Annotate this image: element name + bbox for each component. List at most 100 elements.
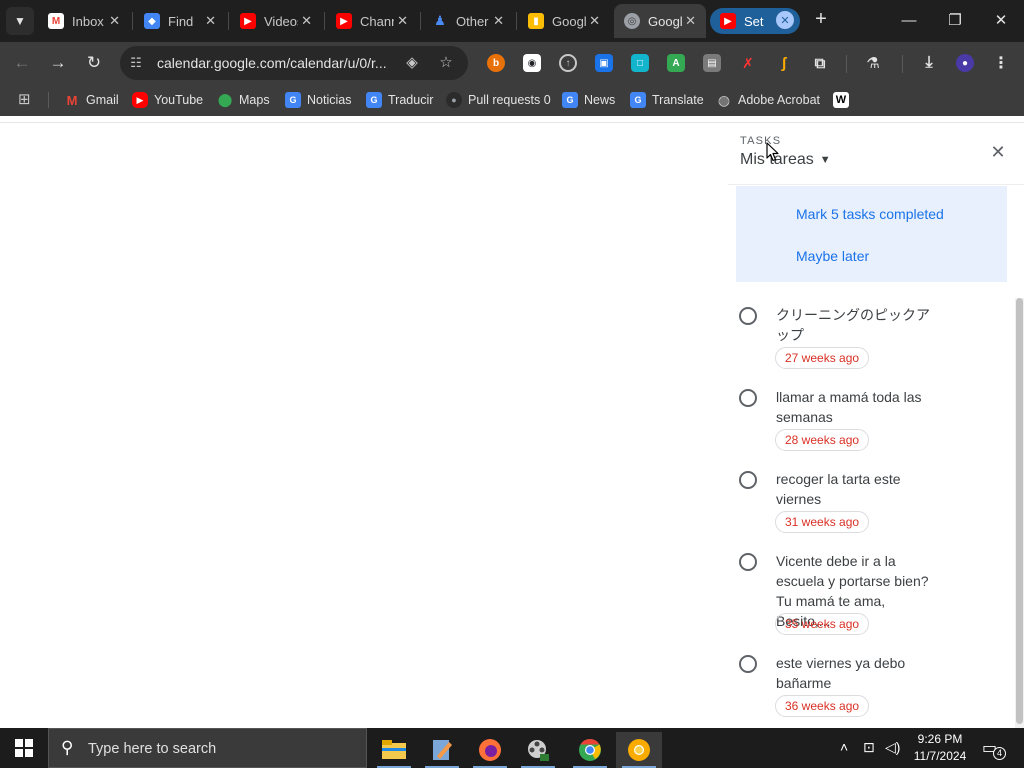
google-lens-icon: ◆ bbox=[144, 13, 160, 29]
task-list-selector[interactable]: Mis tareas ▼ bbox=[740, 151, 831, 169]
tab-other[interactable]: ♟ Other ✕ bbox=[422, 4, 514, 38]
new-tab-button[interactable]: + bbox=[810, 9, 832, 31]
due-date-chip[interactable]: 28 weeks ago bbox=[775, 429, 870, 451]
tab-google-calendar-active[interactable]: ◎ Google ✕ bbox=[614, 4, 706, 38]
tab-channel[interactable]: ▶ Channel ✕ bbox=[326, 4, 418, 38]
bookmark-youtube[interactable]: ▶ YouTube bbox=[132, 91, 203, 109]
extension-mask-icon[interactable]: ◉ bbox=[523, 54, 541, 72]
close-tab-icon[interactable]: ✕ bbox=[109, 13, 120, 29]
maybe-later-button[interactable]: Maybe later bbox=[796, 248, 869, 264]
taskbar-file-explorer[interactable] bbox=[371, 732, 417, 768]
task-title[interactable]: este viernes ya debo bañarme bbox=[776, 653, 941, 693]
back-button[interactable]: ← bbox=[10, 51, 34, 75]
network-icon[interactable]: ⊡ bbox=[863, 739, 875, 756]
minimize-button[interactable]: — bbox=[886, 8, 932, 34]
globe-icon: ◎ bbox=[624, 13, 640, 29]
due-date-chip[interactable]: 31 weeks ago bbox=[775, 511, 870, 533]
chrome-icon bbox=[579, 739, 601, 761]
complete-task-checkbox[interactable] bbox=[739, 553, 757, 571]
close-icon: ✕ bbox=[990, 142, 1006, 162]
arrow-right-icon: → bbox=[49, 53, 67, 72]
extension-printer-icon[interactable]: ▤ bbox=[703, 54, 721, 72]
apps-grid-icon[interactable]: ⊞ bbox=[18, 92, 34, 108]
close-tab-icon[interactable]: ✕ bbox=[205, 13, 216, 29]
document-app-icon bbox=[433, 740, 452, 760]
extension-circle-icon[interactable]: ↑ bbox=[559, 54, 577, 72]
bookmark-news[interactable]: G News bbox=[562, 91, 615, 109]
bookmark-gmail[interactable]: M Gmail bbox=[64, 91, 119, 109]
tab-set[interactable]: ▶ Set ✕ bbox=[710, 4, 802, 38]
bookmark-translate[interactable]: G Translate bbox=[630, 91, 704, 109]
bookmark-pull-requests[interactable]: ● Pull requests 0 bbox=[446, 91, 551, 109]
taskbar-chrome[interactable] bbox=[567, 732, 613, 768]
youtube-icon: ▶ bbox=[720, 13, 736, 29]
close-tab-icon[interactable]: ✕ bbox=[301, 13, 312, 29]
tab-find[interactable]: ◆ Find ✕ bbox=[134, 4, 226, 38]
mark-completed-button[interactable]: Mark 5 tasks completed bbox=[796, 206, 944, 222]
task-title[interactable]: recoger la tarta este viernes bbox=[776, 469, 941, 509]
scrollbar-thumb[interactable] bbox=[1016, 298, 1023, 724]
site-info-icon[interactable]: ☷ bbox=[128, 55, 144, 71]
bookmark-wikipedia[interactable]: W bbox=[833, 91, 849, 109]
address-bar[interactable]: ☷ calendar.google.com/calendar/u/0/r... … bbox=[120, 46, 468, 80]
extension-text-icon[interactable]: A bbox=[667, 54, 685, 72]
reload-button[interactable]: ↻ bbox=[82, 51, 106, 75]
acrobat-icon[interactable]: ✗ bbox=[739, 54, 757, 72]
arrow-left-icon: ← bbox=[13, 53, 31, 72]
close-tab-icon[interactable]: ✕ bbox=[776, 11, 794, 29]
due-date-chip[interactable]: 36 weeks ago bbox=[775, 695, 870, 717]
maps-pin-icon: ⬤ bbox=[217, 92, 233, 108]
bookmark-traducir[interactable]: G Traducir bbox=[366, 91, 433, 109]
translate-icon: G bbox=[630, 92, 646, 108]
bookmark-maps[interactable]: ⬤ Maps bbox=[217, 91, 270, 109]
chevron-up-icon[interactable]: ˄ bbox=[840, 739, 848, 755]
close-panel-button[interactable]: ✕ bbox=[989, 143, 1007, 161]
extension-meet-icon[interactable]: ▣ bbox=[595, 54, 613, 72]
tab-inbox[interactable]: M Inbox ✕ bbox=[38, 4, 130, 38]
bookmark-adobe-acrobat[interactable]: ◍ Adobe Acrobat bbox=[716, 91, 820, 109]
extension-square-icon[interactable]: □ bbox=[631, 54, 649, 72]
labs-flask-icon[interactable]: ⚗ bbox=[864, 54, 882, 72]
tab-search-button[interactable]: ▼ bbox=[6, 7, 34, 35]
close-window-button[interactable]: ✕ bbox=[978, 8, 1024, 34]
download-icon[interactable]: ⤓ bbox=[920, 54, 938, 72]
search-placeholder[interactable]: Type here to search bbox=[88, 741, 216, 757]
profile-avatar[interactable]: ● bbox=[956, 54, 974, 72]
start-button[interactable] bbox=[0, 728, 48, 768]
notification-center-button[interactable]: ▭ 4 bbox=[982, 738, 1006, 760]
lens-icon[interactable]: ◈ bbox=[403, 54, 421, 72]
caret-down-icon: ▼ bbox=[819, 154, 831, 166]
notification-count-badge: 4 bbox=[993, 747, 1006, 760]
extension-orange-icon[interactable]: b bbox=[487, 54, 505, 72]
taskbar-clock[interactable]: 9:26 PM 11/7/2024 bbox=[908, 731, 972, 765]
extensions-puzzle-icon[interactable]: ⧉ bbox=[811, 54, 829, 72]
due-date-chip[interactable]: 27 weeks ago bbox=[775, 347, 870, 369]
complete-task-checkbox[interactable] bbox=[739, 471, 757, 489]
extension-hook-icon[interactable]: ʃ bbox=[775, 54, 793, 72]
close-tab-icon[interactable]: ✕ bbox=[493, 13, 504, 29]
bookmark-star-icon[interactable]: ☆ bbox=[437, 54, 455, 72]
close-tab-icon[interactable]: ✕ bbox=[685, 13, 696, 29]
bookmark-noticias[interactable]: G Noticias bbox=[285, 91, 351, 109]
taskbar-notepad-app[interactable] bbox=[419, 732, 465, 768]
tab-videos[interactable]: ▶ Videos ✕ bbox=[230, 4, 322, 38]
taskbar-chrome-canary[interactable] bbox=[616, 732, 662, 768]
volume-icon[interactable]: ◁) bbox=[885, 739, 900, 756]
complete-task-checkbox[interactable] bbox=[739, 655, 757, 673]
due-date-chip[interactable]: 35 weeks ago bbox=[775, 613, 870, 635]
close-tab-icon[interactable]: ✕ bbox=[397, 13, 408, 29]
url-text[interactable]: calendar.google.com/calendar/u/0/r... bbox=[157, 55, 397, 71]
forward-button[interactable]: → bbox=[46, 51, 70, 75]
taskbar-search[interactable]: ⚲ Type here to search bbox=[48, 728, 367, 768]
restore-button[interactable]: ❐ bbox=[932, 8, 978, 34]
complete-task-checkbox[interactable] bbox=[739, 307, 757, 325]
taskbar-video-app[interactable] bbox=[515, 732, 561, 768]
panel-scrollbar[interactable] bbox=[1015, 298, 1024, 728]
taskbar-firefox[interactable] bbox=[467, 732, 513, 768]
task-title[interactable]: クリーニングのピックアップ bbox=[776, 305, 941, 345]
task-title[interactable]: llamar a mamá toda las semanas bbox=[776, 387, 941, 427]
more-menu-icon[interactable]: ⋮ bbox=[992, 54, 1010, 72]
close-tab-icon[interactable]: ✕ bbox=[589, 13, 600, 29]
tab-google-keep[interactable]: ▮ Google Keep ✕ bbox=[518, 4, 610, 38]
complete-task-checkbox[interactable] bbox=[739, 389, 757, 407]
